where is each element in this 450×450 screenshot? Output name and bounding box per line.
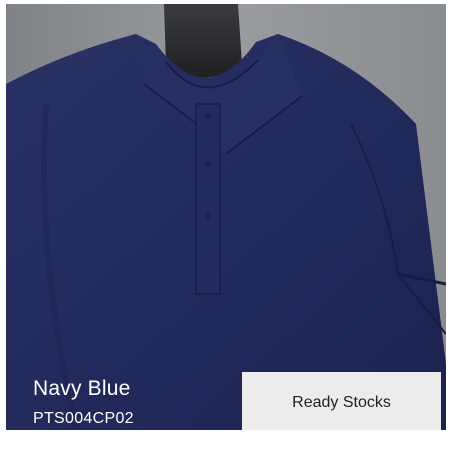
product-caption: Navy Blue PTS004CP02	[33, 376, 134, 429]
product-code: PTS004CP02	[33, 410, 134, 427]
product-color-name: Navy Blue	[33, 377, 131, 400]
product-image	[6, 4, 446, 430]
product-card[interactable]: Navy Blue PTS004CP02 Ready Stocks	[6, 4, 446, 430]
ready-stocks-button[interactable]: Ready Stocks	[242, 372, 441, 430]
